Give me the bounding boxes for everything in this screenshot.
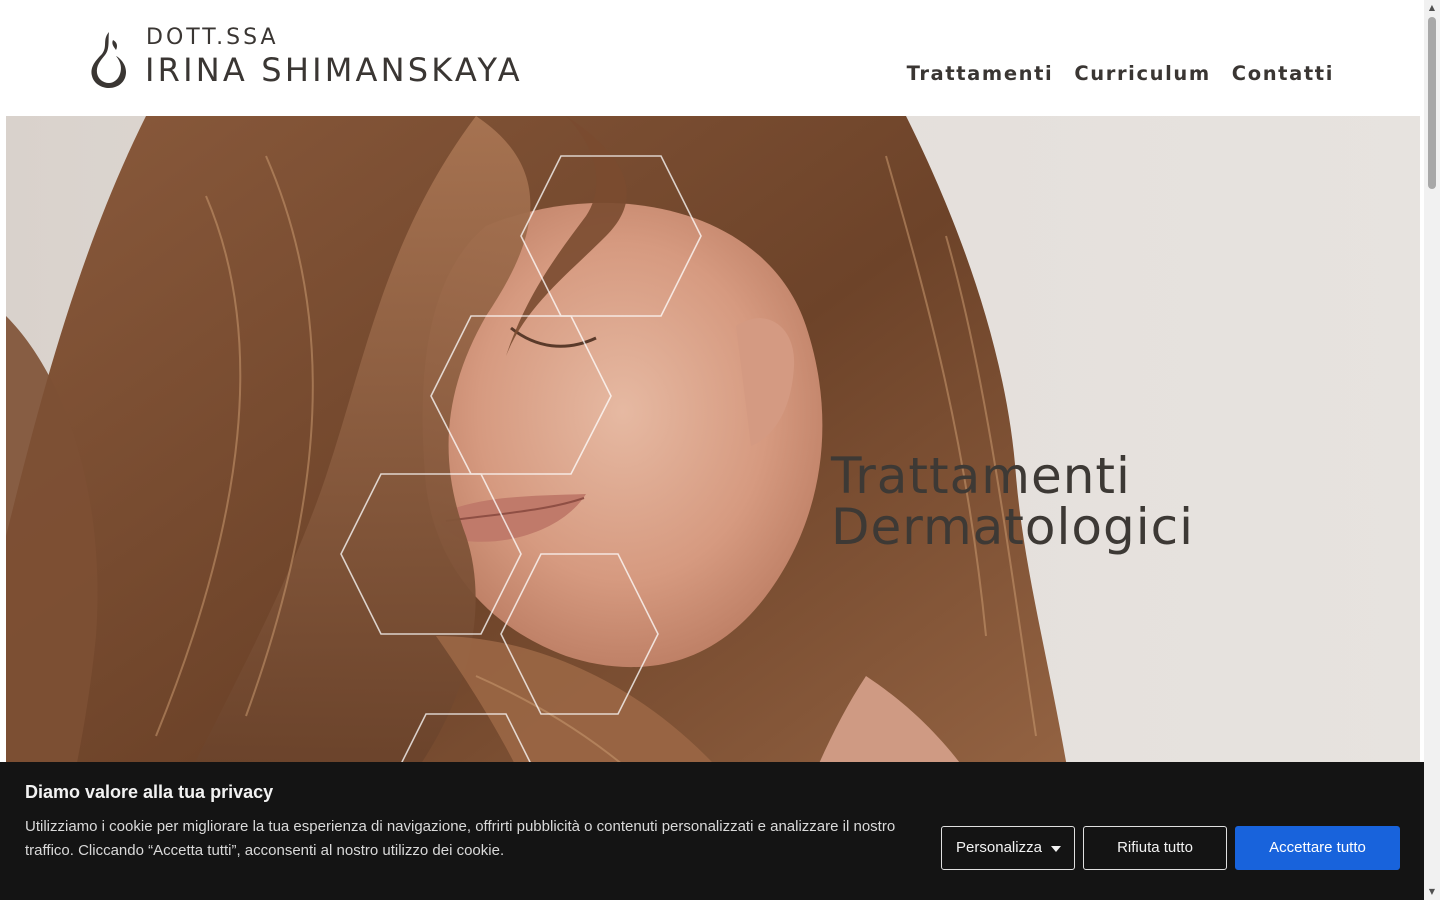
customize-button-label: Personalizza: [956, 839, 1042, 856]
nav-item-trattamenti[interactable]: Trattamenti: [907, 60, 1054, 88]
hero-title-line-2: Dermatologici: [831, 498, 1194, 556]
logo-title: DOTT.SSA: [146, 25, 279, 50]
logo-name: IRINA SHIMANSKAYA: [145, 51, 523, 89]
scrollbar-thumb[interactable]: [1428, 17, 1436, 189]
flame-logo-icon: [91, 32, 126, 88]
accept-all-button-label: Accettare tutto: [1269, 839, 1366, 856]
page-scrollbar[interactable]: ▲ ▼: [1424, 0, 1440, 900]
nav-item-curriculum[interactable]: Curriculum: [1074, 60, 1210, 88]
main-nav: Trattamenti Curriculum Contatti: [886, 60, 1334, 88]
customize-button[interactable]: Personalizza: [941, 826, 1075, 870]
arrow-up-icon[interactable]: ▲: [1424, 0, 1440, 16]
accept-all-button[interactable]: Accettare tutto: [1235, 826, 1400, 870]
cookie-consent-banner: Diamo valore alla tua privacy Utilizziam…: [0, 762, 1424, 900]
hero-title-line-1: Trattamenti: [831, 447, 1131, 505]
reject-all-button-label: Rifiuta tutto: [1117, 839, 1193, 856]
reject-all-button[interactable]: Rifiuta tutto: [1083, 826, 1227, 870]
caret-down-icon: [1051, 846, 1061, 852]
cookie-banner-text: Utilizziamo i cookie per migliorare la t…: [25, 818, 896, 859]
arrow-down-icon[interactable]: ▼: [1424, 884, 1440, 900]
site-header: DOTT.SSA IRINA SHIMANSKAYA Trattamenti C…: [0, 0, 1424, 116]
hero-title: Trattamenti Dermatologici: [831, 451, 1194, 553]
cookie-banner-title: Diamo valore alla tua privacy: [25, 782, 274, 802]
page: DOTT.SSA IRINA SHIMANSKAYA Trattamenti C…: [0, 0, 1440, 900]
nav-item-contatti[interactable]: Contatti: [1232, 60, 1334, 88]
site-logo[interactable]: DOTT.SSA IRINA SHIMANSKAYA: [88, 24, 548, 94]
